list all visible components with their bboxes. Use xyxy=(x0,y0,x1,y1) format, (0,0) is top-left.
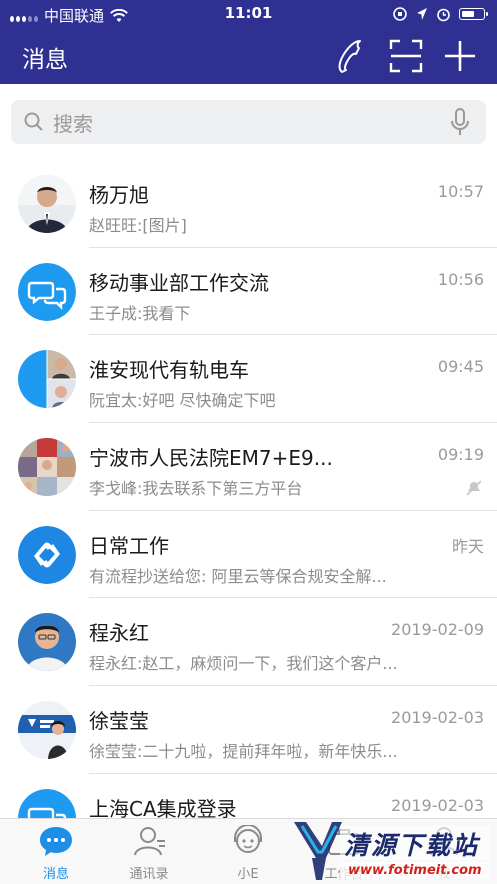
conversation-time: 09:19 xyxy=(437,445,484,465)
tab-label: 小E xyxy=(237,867,259,882)
group-avatar xyxy=(18,438,76,497)
conversation-name: 淮安现代有轨电车 xyxy=(89,358,249,383)
tab-label: 通讯录 xyxy=(129,867,169,882)
search-placeholder: 搜索 xyxy=(53,111,93,136)
scan-icon[interactable] xyxy=(389,38,423,74)
tab-messages[interactable]: 消息 xyxy=(16,825,96,882)
conversation-preview: 王子成:我看下 xyxy=(89,303,191,323)
location-icon xyxy=(417,8,427,20)
conversation-row[interactable]: 日常工作 昨天 有流程抄送给您: 阿里云等保合规安全解... xyxy=(0,510,497,599)
group-avatar xyxy=(18,350,76,409)
conversation-list: 杨万旭 10:57 赵旺旺:[图片] 移动事业部工作交流 10:56 王子成:我… xyxy=(0,160,497,862)
conversation-time: 2019-02-09 xyxy=(391,620,484,640)
status-right xyxy=(392,6,488,22)
page-title: 消息 xyxy=(22,47,68,73)
conversation-name: 程永红 xyxy=(89,621,149,646)
conversation-time: 2019-02-03 xyxy=(391,795,484,815)
conversation-time: 10:56 xyxy=(437,269,484,289)
search-icon xyxy=(24,112,43,131)
search-input[interactable]: 搜索 xyxy=(11,100,486,144)
conversation-time: 昨天 xyxy=(451,536,484,556)
avatar xyxy=(18,613,76,672)
alarm-icon xyxy=(437,8,450,21)
assistant-icon xyxy=(234,824,262,853)
conversation-name: 杨万旭 xyxy=(89,183,149,207)
conversation-name: 日常工作 xyxy=(89,533,169,558)
group-chat-icon xyxy=(18,262,76,321)
watermark: 清源下载站 www.fotimeit.com xyxy=(292,818,497,883)
conversation-time: 09:45 xyxy=(437,357,484,377)
conversation-row[interactable]: 程永红 2019-02-09 程永红:赵工，麻烦问一下，我们这个客户... xyxy=(0,598,497,687)
avatar xyxy=(18,701,76,760)
status-bar: 中国联通 11:01 xyxy=(0,0,497,28)
conversation-row[interactable]: 杨万旭 10:57 赵旺旺:[图片] xyxy=(0,160,497,248)
conversation-preview: 有流程抄送给您: 阿里云等保合规安全解... xyxy=(89,566,387,586)
conversation-name: 移动事业部工作交流 xyxy=(89,270,269,295)
battery-icon xyxy=(459,8,488,20)
conversation-row[interactable]: 移动事业部工作交流 10:56 王子成:我看下 xyxy=(0,247,497,336)
phone-icon[interactable] xyxy=(335,38,369,74)
conversation-row[interactable]: 宁波市人民法院EM7+E9... 09:19 李戈峰:我去联系下第三方平台 xyxy=(0,423,497,511)
watermark-url: www.fotimeit.com xyxy=(348,863,482,878)
app-header: 消息 xyxy=(0,28,497,84)
mute-icon xyxy=(466,480,482,496)
conversation-preview: 程永红:赵工，麻烦问一下，我们这个客户... xyxy=(89,654,398,674)
conversation-preview: 徐莹莹:二十九啦，提前拜年啦，新年快乐... xyxy=(89,742,398,762)
conversation-name: 徐莹莹 xyxy=(89,709,149,734)
tab-assistant[interactable]: 小E xyxy=(208,824,288,882)
conversation-preview: 赵旺旺:[图片] xyxy=(89,216,187,235)
conversation-preview: 阮宜太:好吧 尽快确定下吧 xyxy=(89,391,276,411)
conversation-row[interactable]: 徐莹莹 2019-02-03 徐莹莹:二十九啦，提前拜年啦，新年快乐... xyxy=(0,686,497,774)
avatar xyxy=(18,175,76,233)
conversation-preview: 李戈峰:我去联系下第三方平台 xyxy=(89,479,303,499)
plus-icon[interactable] xyxy=(443,38,477,74)
conversation-time: 2019-02-03 xyxy=(391,708,484,728)
header-actions xyxy=(335,38,477,74)
workflow-icon xyxy=(18,525,76,584)
conversation-time: 10:57 xyxy=(437,182,484,201)
watermark-title: 清源下载站 xyxy=(344,831,480,860)
conversation-name: 宁波市人民法院EM7+E9... xyxy=(89,446,333,471)
tab-contacts[interactable]: 通讯录 xyxy=(109,825,189,882)
conversation-row[interactable]: 淮安现代有轨电车 09:45 阮宜太:好吧 尽快确定下吧 xyxy=(0,335,497,424)
chat-bubble-icon xyxy=(40,827,72,856)
contacts-icon xyxy=(134,827,165,856)
tab-label: 消息 xyxy=(42,867,69,882)
microphone-icon[interactable] xyxy=(450,108,470,136)
orientation-lock-icon xyxy=(393,7,407,21)
search-area: 搜索 xyxy=(0,84,497,162)
